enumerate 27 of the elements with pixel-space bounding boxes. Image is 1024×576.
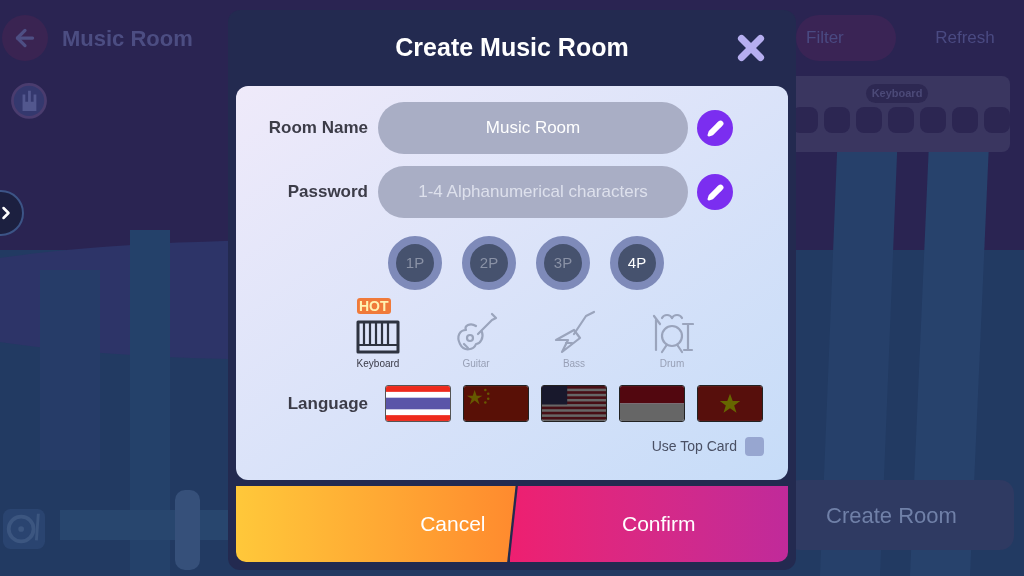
turntable-icon bbox=[2, 508, 46, 550]
player-count-button[interactable]: 1P bbox=[388, 236, 442, 290]
instrument-option[interactable]: Guitar bbox=[454, 302, 498, 371]
use-top-card-label: Use Top Card bbox=[651, 437, 737, 456]
use-top-card-checkbox[interactable] bbox=[745, 437, 764, 456]
pencil-icon bbox=[706, 183, 724, 201]
edit-button[interactable] bbox=[697, 174, 733, 210]
bass-icon bbox=[552, 310, 596, 354]
instrument-option[interactable]: Bass bbox=[552, 302, 596, 371]
confirm-button[interactable]: Confirm bbox=[509, 486, 788, 562]
instrument-option[interactable]: Drum bbox=[650, 302, 694, 371]
cancel-button[interactable]: Cancel bbox=[236, 486, 516, 562]
pencil-icon bbox=[706, 119, 724, 137]
language-flag[interactable] bbox=[385, 385, 451, 422]
player-count-button[interactable]: 3P bbox=[536, 236, 590, 290]
field-label: Password bbox=[286, 181, 368, 204]
keyboard-icon bbox=[356, 320, 400, 354]
dialog-title: Create Music Room bbox=[395, 32, 629, 64]
language-flag[interactable] bbox=[619, 385, 685, 422]
text-field[interactable]: Music Room bbox=[378, 102, 688, 154]
player-count-button[interactable]: 2P bbox=[462, 236, 516, 290]
player-count-button[interactable]: 4P bbox=[610, 236, 664, 290]
hot-badge: HOT bbox=[357, 298, 391, 314]
language-label: Language bbox=[286, 392, 368, 415]
language-flag[interactable] bbox=[541, 385, 607, 422]
edit-button[interactable] bbox=[697, 110, 733, 146]
field-label: Room Name bbox=[267, 117, 368, 140]
